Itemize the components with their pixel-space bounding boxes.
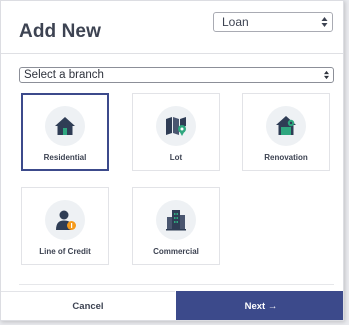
dialog-title: Add New — [19, 21, 101, 42]
option-label: Residential — [43, 153, 87, 162]
loan-type-value: Loan — [222, 15, 249, 29]
select-arrows-icon — [321, 17, 328, 27]
cancel-button[interactable]: Cancel — [1, 291, 175, 320]
branch-select[interactable]: Select a branch — [19, 67, 334, 83]
option-card-commercial[interactable]: Commercial — [132, 187, 220, 265]
office-building-icon — [166, 210, 186, 231]
map-pin-icon — [166, 117, 186, 136]
option-card-lot[interactable]: Lot — [132, 93, 220, 171]
option-card-line-of-credit[interactable]: Line of Credit — [21, 187, 109, 265]
house-gear-icon — [276, 116, 296, 135]
option-label: Commercial — [153, 247, 199, 256]
header-divider — [1, 53, 343, 54]
icon-circle — [156, 200, 196, 240]
house-icon — [55, 117, 75, 135]
person-coin-icon — [56, 210, 76, 230]
branch-value: Select a branch — [24, 69, 104, 81]
select-arrows-icon — [324, 70, 329, 80]
dialog-footer: Cancel Next → — [1, 291, 343, 320]
icon-circle — [156, 106, 196, 146]
next-button[interactable]: Next → — [176, 291, 343, 320]
content-bottom-divider — [19, 284, 334, 285]
icon-circle — [45, 106, 85, 146]
option-label: Renovation — [264, 153, 308, 162]
option-label: Lot — [169, 153, 183, 162]
icon-circle — [45, 200, 85, 240]
add-new-dialog: Add New Loan Select a branch Residential — [0, 0, 344, 321]
loan-type-select[interactable]: Loan — [213, 12, 333, 32]
option-label: Line of Credit — [39, 247, 91, 256]
option-card-residential[interactable]: Residential — [21, 93, 109, 171]
icon-circle — [266, 106, 306, 146]
option-card-renovation[interactable]: Renovation — [242, 93, 330, 171]
